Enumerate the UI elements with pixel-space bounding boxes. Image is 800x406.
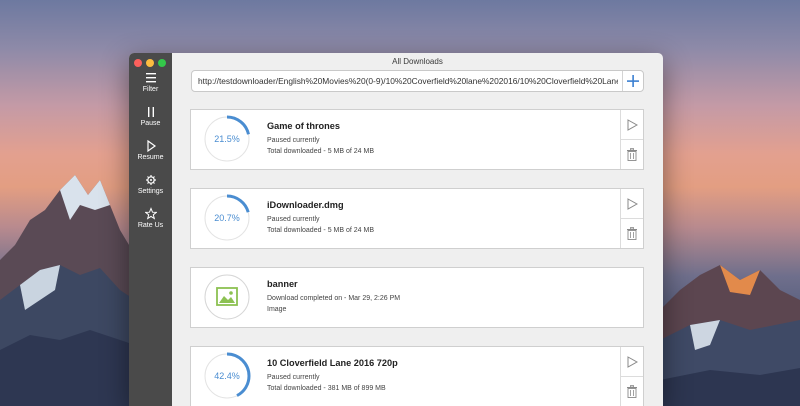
add-download-button[interactable] <box>622 71 643 91</box>
trash-icon <box>627 227 637 240</box>
pause-label: Pause <box>140 120 161 127</box>
play-icon <box>627 355 638 368</box>
download-name: 10 Cloverfield Lane 2016 720p <box>267 358 398 368</box>
delete-item-button[interactable] <box>621 140 643 169</box>
settings-button[interactable]: Settings <box>129 173 172 195</box>
download-status: Paused currently <box>267 374 320 381</box>
gear-icon <box>145 175 156 185</box>
progress-percent: 42.4% <box>214 371 240 381</box>
rate-us-button[interactable]: Rate Us <box>129 207 172 229</box>
download-size: Total downloaded - 5 MB of 24 MB <box>267 227 375 234</box>
resume-label: Resume <box>137 154 164 161</box>
hamburger-icon <box>145 73 156 83</box>
window-title: All Downloads <box>392 57 443 66</box>
download-status: Download completed on - Mar 29, 2:26 PM <box>267 295 401 302</box>
resume-item-button[interactable] <box>621 347 643 377</box>
pause-icon <box>147 107 154 117</box>
download-name: Game of thrones <box>267 121 341 131</box>
minimize-button[interactable] <box>146 59 154 67</box>
download-item[interactable]: 20.7% iDownloader.dmg Paused currently T… <box>190 188 644 249</box>
app-window: Filter Pause Resume Settings Rate Us All… <box>129 53 663 406</box>
resume-button[interactable]: Resume <box>129 139 172 161</box>
download-type: Image <box>267 306 287 313</box>
download-size: Total downloaded - 381 MB of 899 MB <box>267 385 386 392</box>
download-name: iDownloader.dmg <box>267 200 344 210</box>
filter-label: Filter <box>142 86 159 93</box>
resume-item-button[interactable] <box>621 189 643 219</box>
item-actions <box>620 189 643 248</box>
download-status: Paused currently <box>267 216 320 223</box>
item-actions <box>620 347 643 406</box>
pause-button[interactable]: Pause <box>129 105 172 127</box>
download-item[interactable]: banner Download completed on - Mar 29, 2… <box>190 267 644 328</box>
download-status: Paused currently <box>267 137 320 144</box>
settings-label: Settings <box>137 188 164 195</box>
url-bar <box>191 70 644 92</box>
zoom-button[interactable] <box>158 59 166 67</box>
resume-item-button[interactable] <box>621 110 643 140</box>
plus-icon <box>627 75 639 87</box>
play-icon <box>627 197 638 210</box>
progress-percent: 21.5% <box>214 134 240 144</box>
rate-us-label: Rate Us <box>137 222 164 229</box>
trash-icon <box>627 148 637 161</box>
item-actions <box>620 110 643 169</box>
mountain-left-illustration <box>0 175 135 406</box>
trash-icon <box>627 385 637 398</box>
download-item[interactable]: 42.4% 10 Cloverfield Lane 2016 720p Paus… <box>190 346 644 406</box>
sidebar: Filter Pause Resume Settings Rate Us <box>129 53 172 406</box>
delete-item-button[interactable] <box>621 377 643 406</box>
delete-item-button[interactable] <box>621 219 643 248</box>
download-name: banner <box>267 279 298 289</box>
play-icon <box>627 118 638 131</box>
play-icon <box>146 139 156 153</box>
mountain-right-illustration <box>660 265 800 406</box>
download-size: Total downloaded - 5 MB of 24 MB <box>267 148 375 155</box>
close-button[interactable] <box>134 59 142 67</box>
image-icon <box>204 274 250 320</box>
url-input[interactable] <box>198 74 618 88</box>
download-item[interactable]: 21.5% Game of thrones Paused currently T… <box>190 109 644 170</box>
window-controls <box>134 59 166 67</box>
star-icon <box>144 207 157 220</box>
filter-button[interactable]: Filter <box>129 71 172 93</box>
progress-percent: 20.7% <box>214 213 240 223</box>
